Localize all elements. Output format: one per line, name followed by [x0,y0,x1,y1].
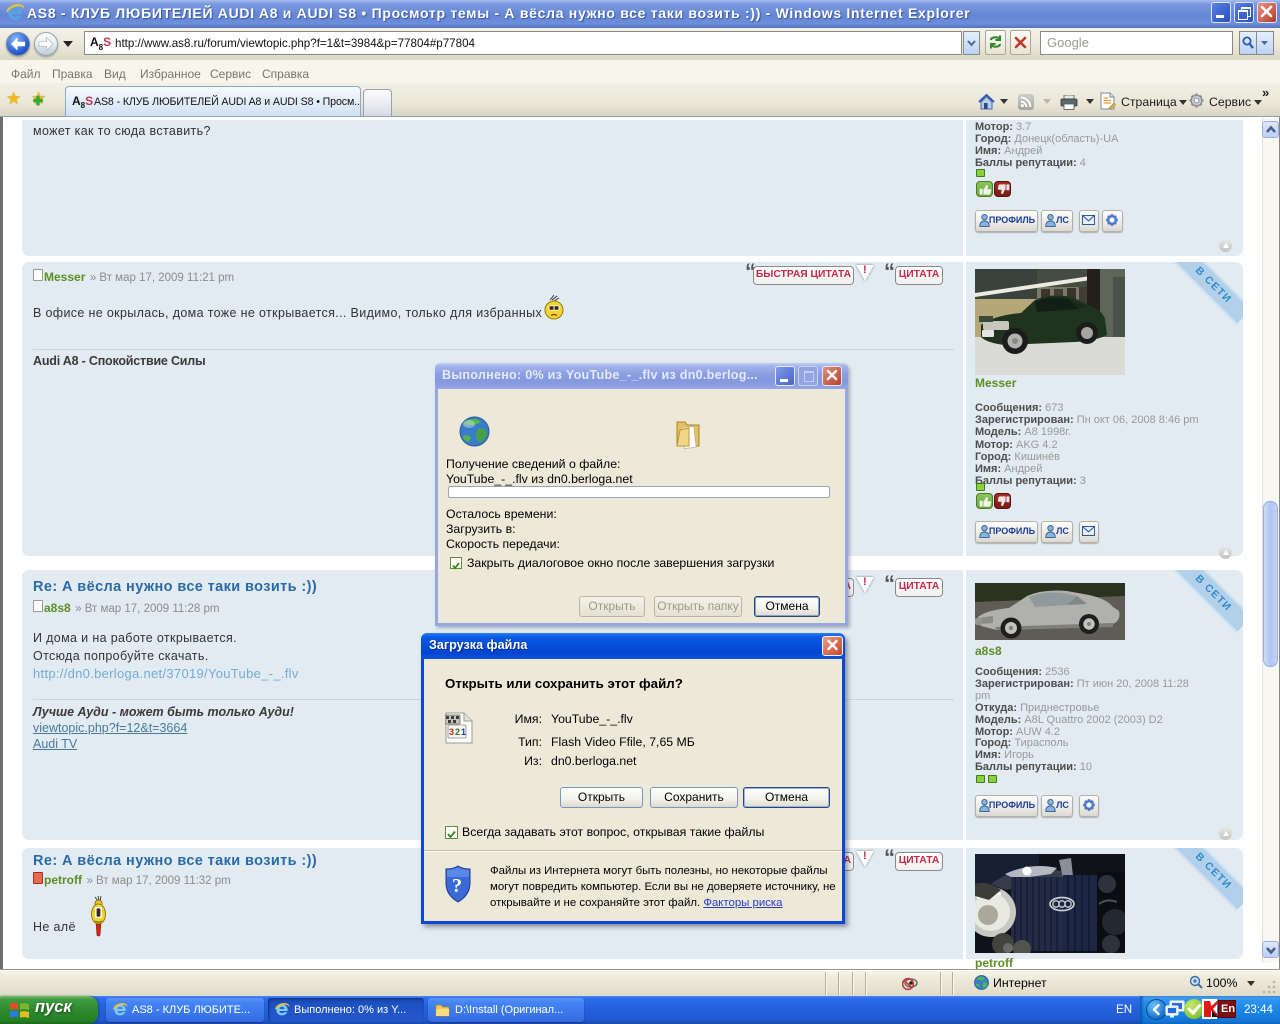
svg-text:2: 2 [455,727,460,737]
svg-text:1: 1 [461,727,466,737]
svg-text:3: 3 [449,727,454,737]
svg-text:?: ? [452,875,462,897]
